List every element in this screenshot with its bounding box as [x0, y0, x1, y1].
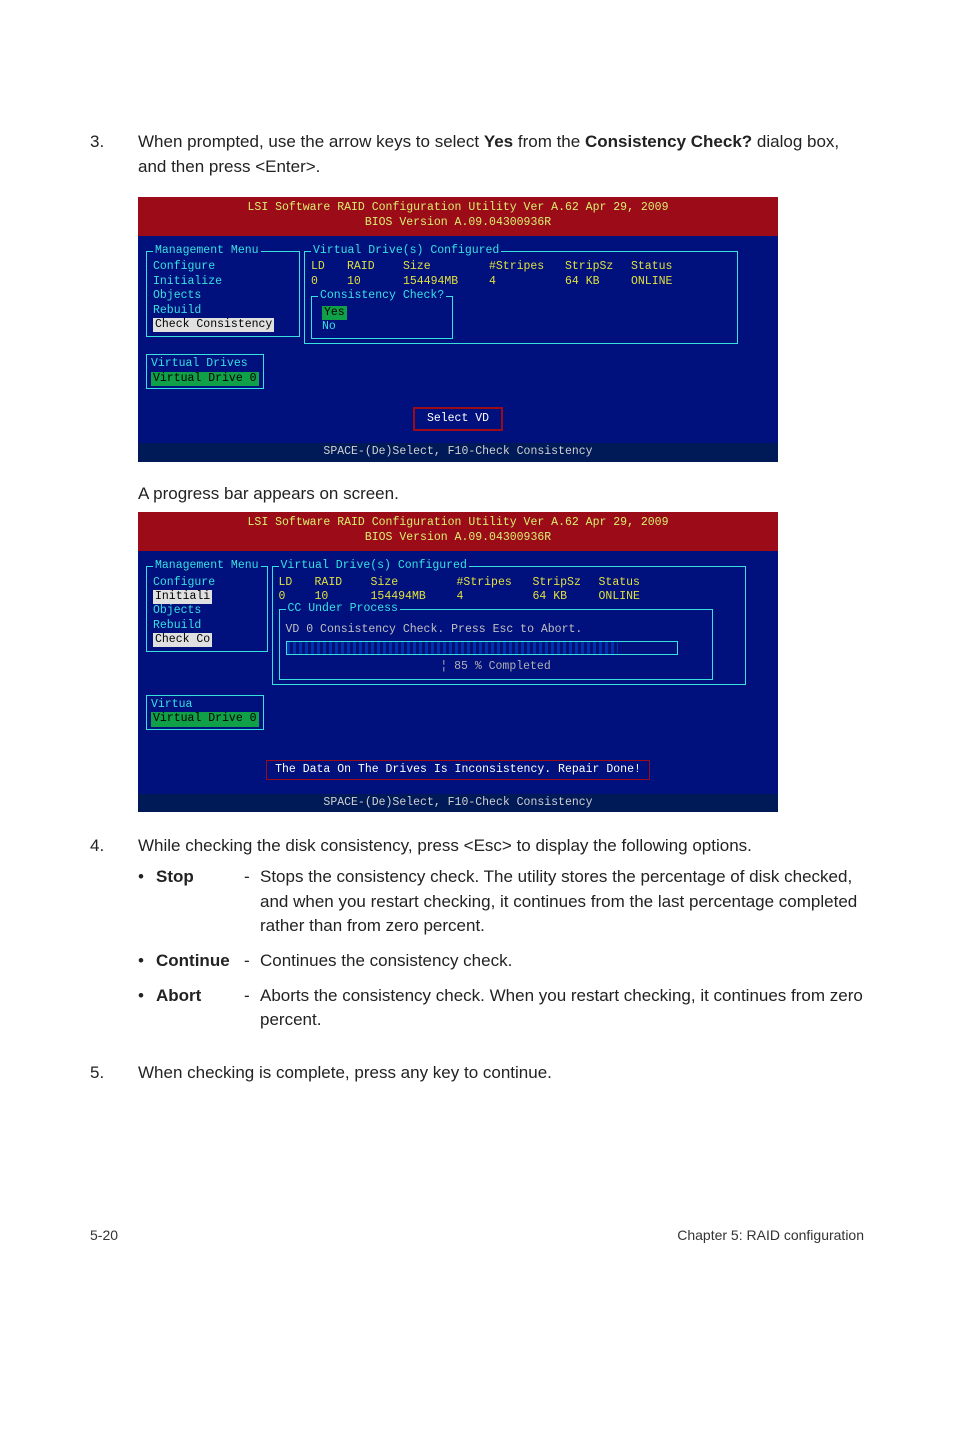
virtual-drives-title-2: Virtua [151, 698, 259, 712]
consistency-check-dialog: Consistency Check? Yes No [311, 289, 453, 339]
step3-yes-word: Yes [484, 132, 513, 151]
management-menu-title: Management Menu [153, 244, 261, 258]
progress-fill [287, 642, 619, 654]
select-vd-button[interactable]: Select VD [413, 407, 503, 431]
vd-configured-title: Virtual Drive(s) Configured [311, 244, 501, 258]
option-stop-label: Stop [156, 865, 244, 939]
vd-table-row-0: 0 10 154494MB 4 64 KB ONLINE [311, 275, 731, 289]
bios-screenshot-2: LSI Software RAID Configuration Utility … [138, 512, 778, 812]
bios1-header-line2: BIOS Version A.09.04300936R [138, 216, 778, 230]
management-menu-2-title: Management Menu [153, 559, 261, 573]
vd2-table-header: LD RAID Size #Stripes StripSz Status [279, 576, 739, 590]
option-continue-label: Continue [156, 949, 244, 974]
option-stop: • Stop - Stops the consistency check. Th… [138, 865, 864, 939]
menu2-objects[interactable]: Objects [153, 604, 261, 618]
bios1-header-line1: LSI Software RAID Configuration Utility … [138, 201, 778, 215]
progress-bar [286, 641, 678, 655]
menu-rebuild[interactable]: Rebuild [153, 304, 293, 318]
col2-raid: RAID [315, 576, 365, 590]
option-continue-desc: Continues the consistency check. [260, 949, 864, 974]
bios2-footer: SPACE-(De)Select, F10-Check Consistency [138, 794, 778, 812]
virtual-drives-title: Virtual Drives [151, 357, 259, 371]
col2-stripsz: StripSz [533, 576, 593, 590]
step3-text-2: from the [513, 132, 585, 151]
bios2-header-line1: LSI Software RAID Configuration Utility … [138, 516, 778, 530]
col-stripsz: StripSz [565, 260, 625, 274]
virtual-drives-configured-box: Virtual Drive(s) Configured LD RAID Size… [304, 244, 738, 344]
management-menu-2: Management Menu Configure Initiali Objec… [146, 559, 268, 652]
virtual-drives-menu-2: Virtua Virtual Drive 0 [146, 695, 264, 730]
col-stripes: #Stripes [489, 260, 559, 274]
progress-caption: A progress bar appears on screen. [138, 482, 864, 507]
step-4: 4. While checking the disk consistency, … [90, 834, 864, 1042]
menu2-rebuild[interactable]: Rebuild [153, 619, 261, 633]
step-5: 5. When checking is complete, press any … [90, 1061, 864, 1086]
step5-text: When checking is complete, press any key… [138, 1061, 864, 1086]
cell-size: 154494MB [403, 275, 483, 289]
vd-table-header: LD RAID Size #Stripes StripSz Status [311, 260, 731, 274]
cell-ld: 0 [311, 275, 341, 289]
vd-configured-box-2: Virtual Drive(s) Configured LD RAID Size… [272, 559, 746, 685]
bios1-footer: SPACE-(De)Select, F10-Check Consistency [138, 443, 778, 461]
col-status: Status [631, 260, 691, 274]
progress-message: VD 0 Consistency Check. Press Esc to Abo… [286, 623, 706, 637]
option-stop-dash: - [244, 865, 260, 939]
consistency-check-title: Consistency Check? [318, 289, 446, 303]
menu2-initialize[interactable]: Initiali [153, 590, 261, 604]
col2-ld: LD [279, 576, 309, 590]
vd-configured-title-2: Virtual Drive(s) Configured [279, 559, 469, 573]
bios-screenshot-1: LSI Software RAID Configuration Utility … [138, 197, 778, 462]
option-abort: • Abort - Aborts the consistency check. … [138, 984, 864, 1033]
repair-done-message: The Data On The Drives Is Inconsistency.… [266, 760, 650, 780]
progress-percent: ¦ 85 % Completed [440, 660, 550, 673]
option-abort-label: Abort [156, 984, 244, 1033]
menu-initialize[interactable]: Initialize [153, 275, 293, 289]
col2-stripes: #Stripes [457, 576, 527, 590]
page-number: 5-20 [90, 1225, 118, 1245]
option-abort-dash: - [244, 984, 260, 1033]
step-3-number: 3. [90, 130, 138, 179]
menu-configure[interactable]: Configure [153, 260, 293, 274]
cell-stripsz: 64 KB [565, 275, 625, 289]
cc-option-no[interactable]: No [318, 320, 446, 334]
option-continue: • Continue - Continues the consistency c… [138, 949, 864, 974]
option-continue-dash: - [244, 949, 260, 974]
step-4-number: 4. [90, 834, 138, 1042]
cc-option-yes[interactable]: Yes [318, 306, 446, 320]
chapter-title: Chapter 5: RAID configuration [677, 1225, 864, 1245]
col2-size: Size [371, 576, 451, 590]
bios2-header: LSI Software RAID Configuration Utility … [138, 512, 778, 551]
step3-cc-word: Consistency Check? [585, 132, 752, 151]
bullet-icon: • [138, 984, 156, 1033]
col-size: Size [403, 260, 483, 274]
menu-objects[interactable]: Objects [153, 289, 293, 303]
step3-text-1: When prompted, use the arrow keys to sel… [138, 132, 484, 151]
virtual-drive-0[interactable]: Virtual Drive 0 [151, 372, 259, 386]
menu2-check-consistency[interactable]: Check Co [153, 633, 261, 647]
cc-under-process-title: CC Under Process [286, 602, 400, 616]
menu2-configure[interactable]: Configure [153, 576, 261, 590]
management-menu: Management Menu Configure Initialize Obj… [146, 244, 300, 337]
cc-under-process-box: CC Under Process VD 0 Consistency Check.… [279, 602, 713, 680]
col-ld: LD [311, 260, 341, 274]
step-3: 3. When prompted, use the arrow keys to … [90, 130, 864, 179]
option-abort-desc: Aborts the consistency check. When you r… [260, 984, 864, 1033]
virtual-drives-menu: Virtual Drives Virtual Drive 0 [146, 354, 264, 389]
bullet-icon: • [138, 949, 156, 974]
cell-raid: 10 [347, 275, 397, 289]
menu-check-consistency[interactable]: Check Consistency [153, 318, 293, 332]
cell-status: ONLINE [631, 275, 691, 289]
bios1-header: LSI Software RAID Configuration Utility … [138, 197, 778, 236]
step-5-number: 5. [90, 1061, 138, 1086]
bullet-icon: • [138, 865, 156, 939]
bios2-header-line2: BIOS Version A.09.04300936R [138, 531, 778, 545]
option-stop-desc: Stops the consistency check. The utility… [260, 865, 864, 939]
virtual-drive-0-2[interactable]: Virtual Drive 0 [151, 712, 259, 726]
col-raid: RAID [347, 260, 397, 274]
cell-stripes: 4 [489, 275, 559, 289]
step4-intro: While checking the disk consistency, pre… [138, 834, 864, 859]
col2-status: Status [599, 576, 659, 590]
